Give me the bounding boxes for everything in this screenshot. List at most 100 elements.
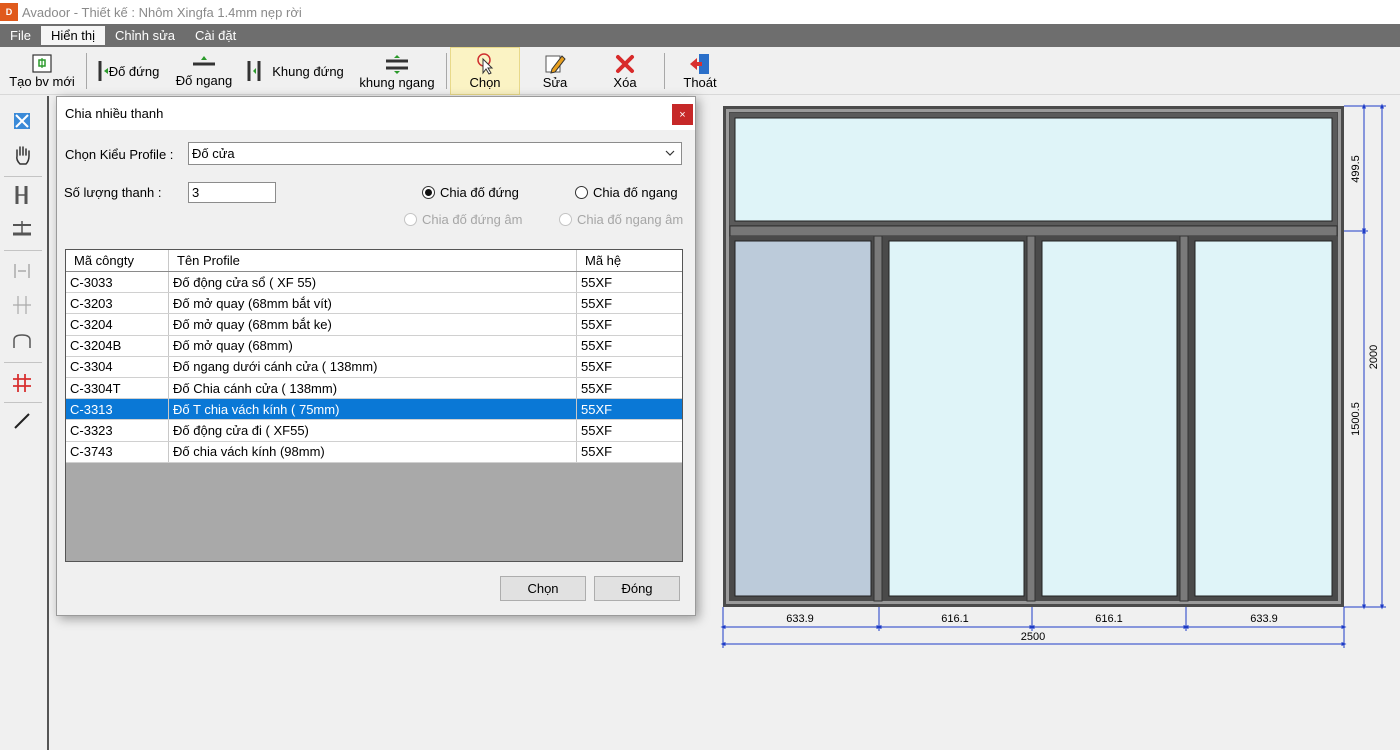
horizontal-frame-button[interactable]: khung ngang bbox=[354, 47, 440, 95]
new-drawing-button[interactable]: Tạo bv mới bbox=[4, 47, 80, 95]
pane-1-glass[interactable] bbox=[734, 240, 872, 597]
radio-horizontal[interactable]: Chia đố ngang bbox=[575, 185, 678, 200]
table-row[interactable]: C-3033 Đố động cửa sổ ( XF 55) 55XF bbox=[66, 272, 682, 294]
mullion-3[interactable] bbox=[1179, 235, 1189, 602]
edit-button[interactable]: Sửa bbox=[524, 47, 586, 95]
toolbar-divider bbox=[664, 53, 665, 89]
pane-2-glass[interactable] bbox=[888, 240, 1025, 597]
column-header-code[interactable]: Mã côngty bbox=[66, 250, 169, 271]
pan-tool[interactable] bbox=[9, 142, 35, 168]
cell-code: C-3203 bbox=[66, 293, 169, 314]
arch-icon bbox=[13, 334, 31, 348]
app-logo: D bbox=[0, 3, 18, 21]
close-button[interactable]: Đóng bbox=[594, 576, 680, 601]
cell-code: C-3304T bbox=[66, 377, 169, 399]
new-drawing-icon bbox=[32, 53, 52, 73]
table-row[interactable]: C-3203 Đố mở quay (68mm bắt vít) 55XF bbox=[66, 293, 682, 315]
cell-name: Đố động cửa sổ ( XF 55) bbox=[169, 272, 577, 293]
cell-name: Đố Chia cánh cửa ( 138mm) bbox=[169, 377, 577, 399]
cell-name: Đố chia vách kính (98mm) bbox=[169, 441, 577, 462]
table-row-selected[interactable]: C-3313 Đố T chia vách kính ( 75mm) 55XF bbox=[66, 399, 682, 421]
split-horizontal-tool[interactable] bbox=[9, 292, 35, 318]
column-header-name[interactable]: Tên Profile bbox=[169, 250, 577, 271]
table-header: Mã côngty Tên Profile Mã hệ bbox=[66, 250, 682, 272]
mullion-2[interactable] bbox=[1026, 235, 1036, 602]
profile-type-select[interactable]: Đố cửa bbox=[188, 142, 682, 165]
profile-type-value: Đố cửa bbox=[192, 146, 235, 161]
dim-total-height: 2000 bbox=[1368, 345, 1380, 369]
mullion-1[interactable] bbox=[873, 235, 883, 602]
line-tool[interactable] bbox=[9, 408, 35, 434]
horizontal-mullion-label: Đố ngang bbox=[175, 72, 233, 88]
horizontal-bar-tool[interactable] bbox=[9, 216, 35, 242]
ok-button[interactable]: Chọn bbox=[500, 576, 586, 601]
cell-system: 55XF bbox=[581, 274, 613, 290]
pane-3-glass[interactable] bbox=[1041, 240, 1178, 597]
table-row[interactable]: C-3323 Đố động cửa đi ( XF55) 55XF bbox=[66, 420, 682, 442]
cell-system: 55XF bbox=[581, 401, 613, 417]
arch-tool[interactable] bbox=[9, 328, 35, 354]
grid-icon bbox=[13, 374, 31, 392]
table-row[interactable]: C-3304 Đố ngang dưới cánh cửa ( 138mm) 5… bbox=[66, 356, 682, 378]
vertical-frame-label: Khung đứng bbox=[272, 63, 344, 79]
split-vertical-tool[interactable] bbox=[9, 258, 35, 284]
exit-door-icon bbox=[690, 53, 709, 74]
cell-code: C-3323 bbox=[66, 420, 169, 441]
cell-system: 55XF bbox=[581, 380, 613, 396]
horizontal-mullion-icon bbox=[193, 55, 215, 65]
pane-4-glass[interactable] bbox=[1194, 240, 1333, 597]
delete-label: Xóa bbox=[613, 74, 637, 90]
cell-system: 55XF bbox=[581, 316, 613, 332]
window-title: Avadoor - Thiết kế : Nhôm Xingfa 1.4mm n… bbox=[22, 4, 302, 20]
dim-width-4: 633.9 bbox=[1250, 613, 1278, 625]
toolbar: Tạo bv mới Đố đứng Đố ngang Khung đứng k… bbox=[0, 47, 1400, 95]
close-icon[interactable]: × bbox=[672, 104, 693, 125]
horizontal-mullion-button[interactable]: Đố ngang bbox=[170, 47, 238, 95]
profile-table[interactable]: Mã côngty Tên Profile Mã hệ C-3033 Đố độ… bbox=[65, 249, 683, 562]
delete-button[interactable]: Xóa bbox=[594, 47, 656, 95]
table-row[interactable]: C-3304T Đố Chia cánh cửa ( 138mm) 55XF bbox=[66, 377, 682, 400]
menu-file[interactable]: File bbox=[0, 24, 41, 47]
hand-icon bbox=[16, 146, 30, 165]
vertical-frame-icon bbox=[247, 61, 261, 81]
toolbar-divider bbox=[86, 53, 87, 89]
menu-view[interactable]: Hiển thị bbox=[40, 26, 106, 45]
drawing-canvas[interactable]: 633.9 616.1 616.1 633.9 2500 499.5 1500.… bbox=[696, 96, 1400, 750]
column-header-system[interactable]: Mã hệ bbox=[577, 250, 681, 271]
dialog-title-bar[interactable]: Chia nhiều thanh × bbox=[57, 97, 695, 130]
transom-glass[interactable] bbox=[734, 117, 1333, 222]
cell-system: 55XF bbox=[581, 338, 613, 354]
split-bars-dialog: Chia nhiều thanh × Chọn Kiểu Profile : Đ… bbox=[56, 96, 696, 616]
cell-code: C-3033 bbox=[66, 272, 169, 293]
vertical-frame-button[interactable]: Khung đứng bbox=[242, 47, 346, 95]
cell-code: C-3204 bbox=[66, 314, 169, 335]
count-input[interactable]: 3 bbox=[188, 182, 276, 203]
cell-code: C-3743 bbox=[66, 441, 169, 462]
vertical-bar-tool[interactable] bbox=[9, 182, 35, 208]
horizontal-bar-icon bbox=[13, 221, 31, 236]
vertical-bar-icon bbox=[15, 186, 28, 204]
table-row[interactable]: C-3743 Đố chia vách kính (98mm) 55XF bbox=[66, 441, 682, 463]
grid-split-tool[interactable] bbox=[9, 370, 35, 396]
zoom-extents-tool[interactable] bbox=[9, 108, 35, 134]
menu-edit[interactable]: Chỉnh sửa bbox=[105, 24, 185, 47]
table-row[interactable]: C-3204 Đố mở quay (68mm bắt ke) 55XF bbox=[66, 314, 682, 336]
select-tool-button[interactable]: Chọn bbox=[450, 47, 520, 95]
dim-width-2: 616.1 bbox=[941, 613, 969, 625]
table-row[interactable]: C-3204B Đố mở quay (68mm) 55XF bbox=[66, 335, 682, 357]
exit-button[interactable]: Thoát bbox=[672, 47, 728, 95]
dim-width-1: 633.9 bbox=[786, 613, 814, 625]
diagonal-line-icon bbox=[14, 413, 30, 429]
new-drawing-label: Tạo bv mới bbox=[9, 73, 75, 89]
radio-vertical[interactable]: Chia đố đứng bbox=[422, 185, 519, 200]
dim-height-2: 1500.5 bbox=[1350, 402, 1362, 436]
dim-total-width: 2500 bbox=[1021, 631, 1045, 643]
title-bar: D Avadoor - Thiết kế : Nhôm Xingfa 1.4mm… bbox=[0, 0, 1400, 24]
menu-settings[interactable]: Cài đặt bbox=[185, 24, 246, 47]
vertical-mullion-button[interactable]: Đố đứng bbox=[92, 47, 162, 95]
tool-divider bbox=[4, 176, 42, 177]
split-horizontal-icon bbox=[13, 296, 31, 314]
vertical-mullion-icon bbox=[98, 61, 108, 81]
radio-horizontal-negative-label: Chia đố ngang âm bbox=[577, 212, 684, 227]
transom-bar[interactable] bbox=[729, 225, 1338, 237]
